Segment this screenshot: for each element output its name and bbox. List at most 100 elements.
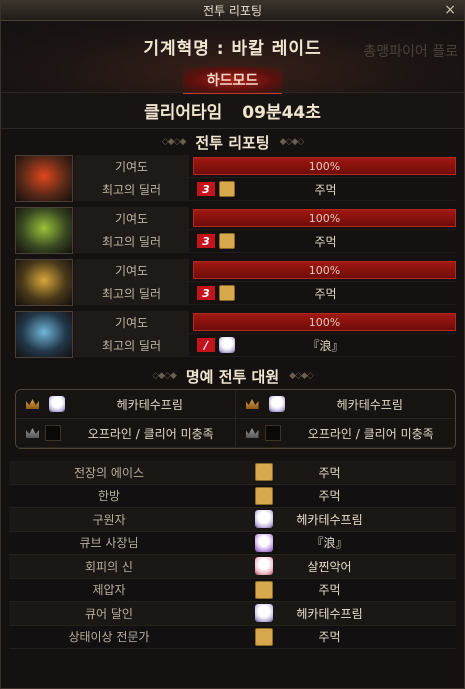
award-row: 구원자 헤카테수프림 — [9, 508, 456, 532]
best-dealer-label: 최고의 딜러 — [74, 230, 189, 252]
character-list: 기여도 100% 최고의 딜러 3 주먹 기여도 100% 최고의 딜러 3 주먹 기여도 100% 최… — [1, 155, 464, 358]
best-dealer-name: 주먹 — [314, 234, 337, 249]
honor-member[interactable]: 오프라인 / 클리어 미충족 — [235, 419, 455, 448]
contribution-bar: 100% — [193, 313, 456, 331]
best-dealer-row: 최고의 딜러 3 주먹 — [74, 178, 456, 201]
rank-badge: 3 — [197, 182, 215, 196]
honor-member[interactable]: 오프라인 / 클리어 미충족 — [16, 419, 236, 448]
award-title: 제압자 — [92, 583, 126, 598]
gold-box-icon — [219, 181, 235, 197]
award-row: 큐어 달인 헤카테수프림 — [9, 602, 456, 626]
character-report-row: 기여도 100% 최고의 딜러 / 『浪』 — [15, 311, 456, 358]
contribution-value: 100% — [308, 159, 341, 173]
crown-icon — [26, 428, 39, 438]
contribution-row: 기여도 100% — [74, 207, 456, 230]
award-row: 큐브 사장님 『浪』 — [9, 531, 456, 555]
window-title: 전투 리포팅 — [202, 4, 262, 18]
contribution-value: 100% — [308, 315, 341, 329]
rank-badge: 3 — [197, 234, 215, 248]
contribution-value: 100% — [308, 263, 341, 277]
award-row: 제압자 주먹 — [9, 578, 456, 602]
award-player: 주먹 — [318, 465, 341, 480]
best-dealer: 3 주먹 — [189, 230, 456, 252]
gold-box-icon — [255, 486, 273, 505]
award-title: 큐브 사장님 — [79, 536, 139, 551]
report-title: 전투 리포팅 — [195, 133, 270, 152]
contribution-value: 100% — [308, 211, 341, 225]
awards-table: 전장의 에이스 주먹 한방 주먹 구원자 헤카테수프림 큐브 사장님 『浪』 회피의 신 살찐악어… — [9, 461, 456, 649]
best-dealer: 3 주먹 — [189, 178, 456, 200]
report-section-title: ◇◆◇◆ 전투 리포팅 ◆◇◆◇ — [1, 129, 464, 155]
character-report-row: 기여도 100% 최고의 딜러 3 주먹 — [15, 155, 456, 202]
white-char-icon — [49, 396, 65, 412]
honor-section-title: ◇◆◇◆ 명예 전투 대원 ◆◇◆◇ — [1, 363, 464, 389]
clear-time-value: 09분44초 — [242, 103, 321, 123]
gold-box-icon — [255, 463, 273, 482]
green-mask-icon — [15, 207, 73, 254]
crown-icon — [245, 399, 259, 409]
contribution-bar: 100% — [193, 261, 456, 279]
ornament-icon: ◆◇◆◇ — [289, 371, 314, 381]
contribution-row: 기여도 100% — [74, 311, 456, 334]
best-dealer: 3 주먹 — [189, 282, 456, 304]
honor-member[interactable]: 헤카테수프림 — [16, 390, 236, 419]
award-player: 『浪』 — [311, 536, 348, 551]
honor-member-name: 헤카테수프림 — [336, 397, 403, 412]
award-title: 상태이상 전문가 — [68, 630, 150, 645]
title-bar[interactable]: 전투 리포팅 × — [1, 1, 464, 21]
rank-badge: 3 — [197, 286, 215, 300]
honor-member-name: 오프라인 / 클리어 미충족 — [87, 426, 214, 441]
difficulty-badge: 하드모드 — [182, 67, 283, 94]
gold-mask-icon — [15, 259, 73, 306]
combat-report-window: 전투 리포팅 × 기계혁명 : 바칼 레이드 총맹파이어 플로 하드모드 클리어… — [0, 0, 465, 689]
best-dealer-label: 최고의 딜러 — [74, 334, 189, 356]
ornament-icon: ◇◆◇◆ — [152, 371, 177, 381]
white-char-icon — [268, 396, 285, 412]
white-char-icon — [255, 604, 273, 623]
ornament-icon: ◇◆◇◆ — [161, 137, 187, 147]
pink-char-icon — [255, 557, 273, 576]
award-title: 전장의 에이스 — [73, 465, 145, 480]
white-char-icon — [219, 337, 235, 353]
award-row: 상태이상 전문가 주먹 — [9, 625, 456, 649]
contribution-label: 기여도 — [74, 311, 189, 333]
award-title: 큐어 달인 — [85, 606, 133, 621]
character-report-row: 기여도 100% 최고의 딜러 3 주먹 — [15, 259, 456, 306]
award-title: 회피의 신 — [85, 559, 133, 574]
award-player: 주먹 — [318, 583, 341, 598]
contribution-row: 기여도 100% — [74, 259, 456, 282]
gold-box-icon — [219, 233, 235, 249]
honor-member[interactable]: 헤카테수프림 — [235, 390, 455, 419]
honor-member-name: 헤카테수프림 — [116, 397, 183, 412]
best-dealer-name: 주먹 — [314, 286, 337, 301]
best-dealer-row: 최고의 딜러 / 『浪』 — [74, 334, 456, 357]
crown-icon — [245, 428, 259, 438]
crown-icon — [26, 399, 39, 409]
award-player: 주먹 — [318, 630, 341, 645]
purple-char-icon — [255, 533, 273, 552]
background-text: 총맹파이어 플로 — [363, 44, 458, 60]
close-icon[interactable]: × — [444, 2, 456, 18]
white-char-icon — [255, 510, 273, 529]
blue-mask-icon — [15, 311, 73, 358]
character-report-row: 기여도 100% 최고의 딜러 3 주먹 — [15, 207, 456, 254]
red-mask-icon — [15, 155, 73, 202]
clear-time-label: 클리어타임 — [144, 103, 223, 123]
best-dealer-row: 최고의 딜러 3 주먹 — [74, 282, 456, 305]
contribution-bar: 100% — [193, 157, 456, 175]
gold-box-icon — [219, 285, 235, 301]
best-dealer-name: 『浪』 — [307, 338, 344, 353]
character-stats: 기여도 100% 최고의 딜러 3 주먹 — [74, 207, 456, 254]
raid-header: 기계혁명 : 바칼 레이드 총맹파이어 플로 하드모드 — [1, 21, 464, 94]
contribution-label: 기여도 — [74, 155, 189, 177]
honor-member-name: 오프라인 / 클리어 미충족 — [307, 426, 434, 441]
honor-title: 명예 전투 대원 — [185, 367, 280, 386]
contribution-bar: 100% — [193, 209, 456, 227]
contribution-label: 기여도 — [74, 259, 189, 281]
award-player: 살찐악어 — [307, 559, 352, 574]
rank-badge: / — [197, 338, 215, 352]
contribution-row: 기여도 100% — [74, 155, 456, 178]
empty-slot-icon — [45, 425, 61, 441]
ornament-icon: ◆◇◆◇ — [279, 137, 305, 147]
best-dealer-label: 최고의 딜러 — [74, 282, 189, 304]
